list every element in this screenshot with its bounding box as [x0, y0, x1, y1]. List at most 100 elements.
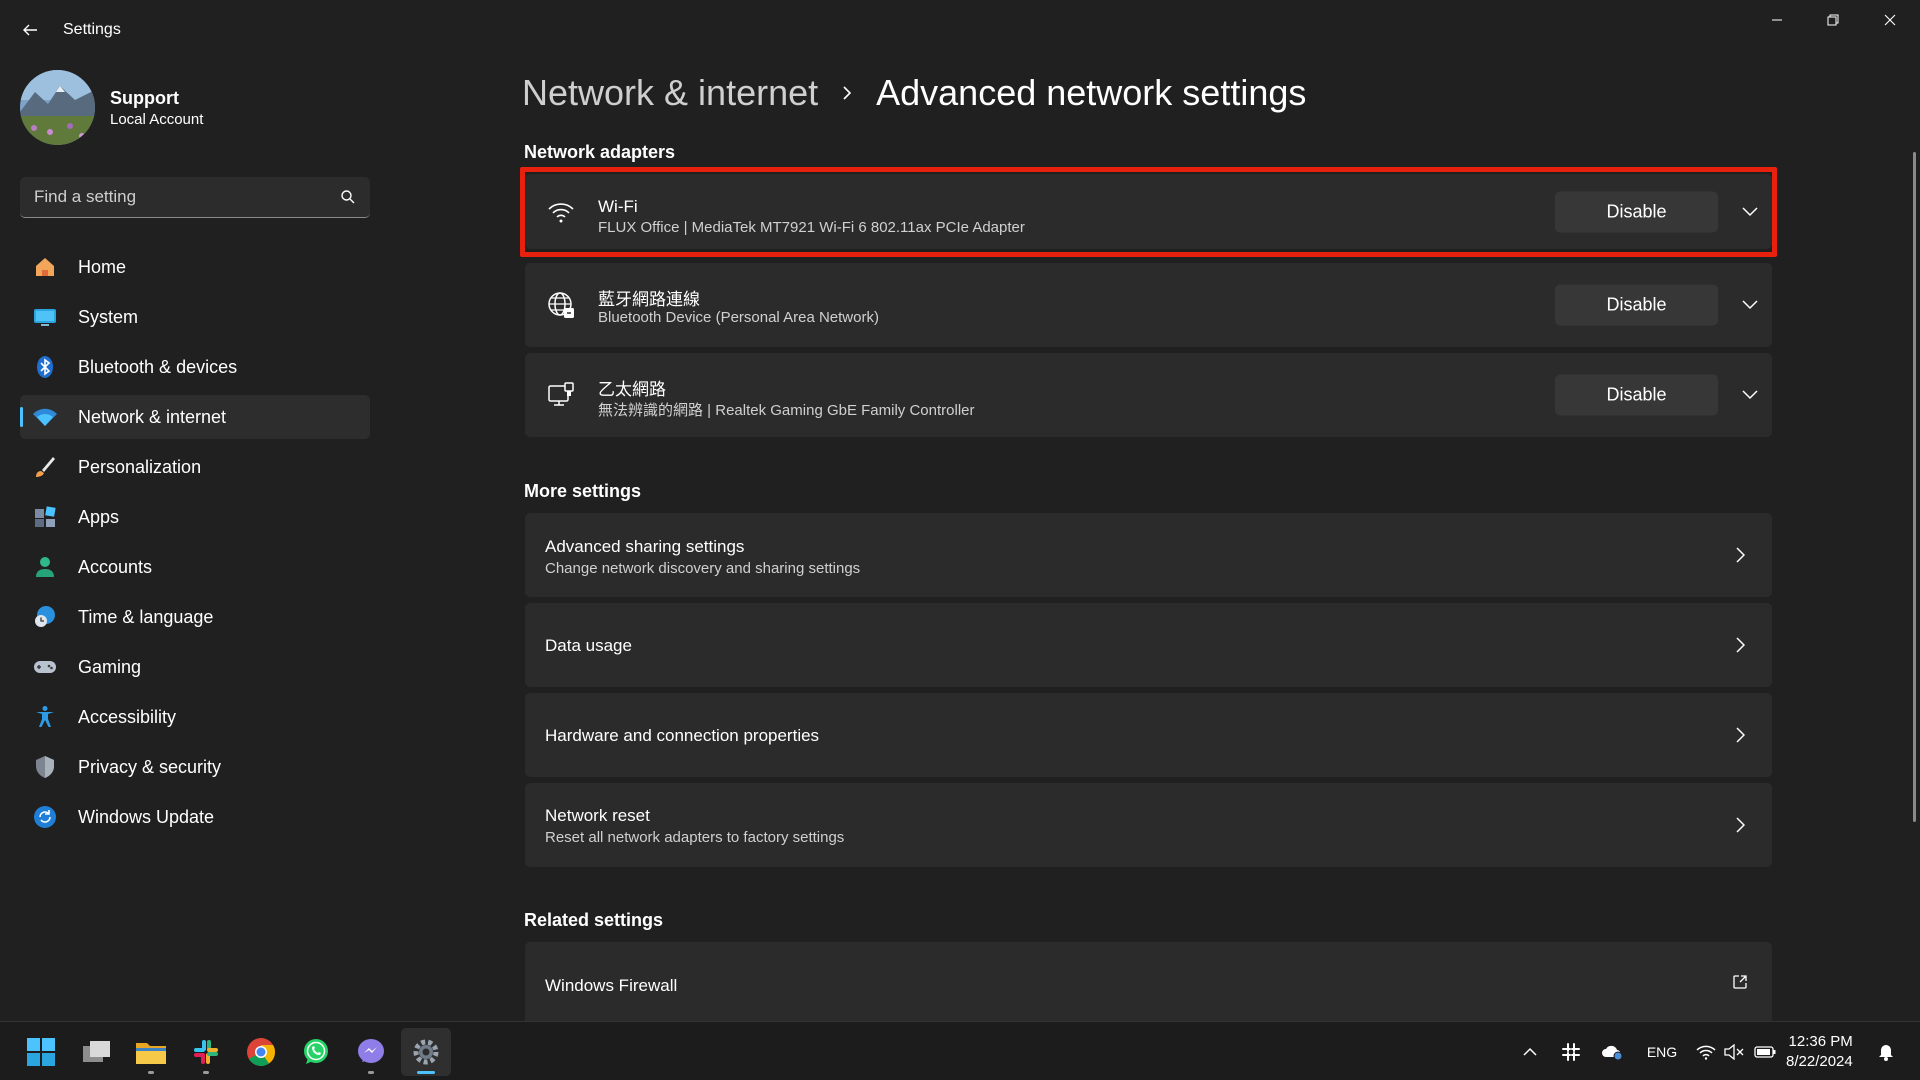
item-title: Data usage — [545, 636, 632, 655]
clock[interactable]: 12:36 PM 8/22/2024 — [1786, 1032, 1853, 1072]
sidebar-item-apps[interactable]: Apps — [20, 495, 370, 539]
adapter-card-ethernet[interactable]: 乙太網路 無法辨識的網路 | Realtek Gaming GbE Family… — [525, 353, 1772, 437]
settings-app-button[interactable] — [401, 1028, 451, 1076]
sidebar-item-label: Gaming — [78, 656, 142, 677]
adapter-name: Wi-Fi — [598, 197, 638, 216]
chevron-right-icon — [1730, 545, 1750, 565]
sidebar-item-label: Accessibility — [78, 706, 177, 727]
sidebar-item-system[interactable]: System — [20, 295, 370, 339]
sidebar-item-label: Time & language — [78, 606, 214, 627]
network-reset-item[interactable]: Network reset Reset all network adapters… — [525, 783, 1772, 867]
profile-account-type: Local Account — [110, 110, 204, 128]
sidebar-item-windows-update[interactable]: Windows Update — [20, 795, 370, 839]
sidebar-item-gaming[interactable]: Gaming — [20, 645, 370, 689]
volume-button[interactable] — [1722, 1022, 1746, 1080]
disable-button[interactable]: Disable — [1555, 284, 1718, 326]
bell-icon — [1879, 1044, 1893, 1061]
minimize-button[interactable] — [1749, 0, 1805, 40]
sidebar-item-label: System — [78, 306, 139, 327]
sidebar-item-home[interactable]: Home — [20, 245, 370, 289]
close-button[interactable] — [1862, 0, 1918, 40]
chevron-right-icon — [1730, 815, 1750, 835]
language-indicator: ENG — [1646, 1043, 1678, 1060]
wifi-icon — [32, 404, 58, 430]
data-usage-item[interactable]: Data usage — [525, 603, 1772, 687]
disable-button[interactable]: Disable — [1555, 374, 1718, 416]
file-explorer-button[interactable] — [126, 1028, 176, 1076]
whatsapp-button[interactable] — [291, 1028, 341, 1076]
chrome-button[interactable] — [236, 1028, 286, 1076]
windows-logo-icon — [27, 1038, 55, 1066]
sidebar-item-label: Network & internet — [78, 406, 227, 427]
restore-icon — [1827, 14, 1839, 26]
sidebar-item-accounts[interactable]: Accounts — [20, 545, 370, 589]
sidebar-item-label: Apps — [78, 506, 120, 527]
search-box[interactable] — [20, 177, 370, 218]
wifi-tray-icon — [1696, 1045, 1716, 1060]
avatar — [20, 70, 95, 145]
adapter-card-bluetooth[interactable]: 藍牙網路連線 Bluetooth Device (Personal Area N… — [525, 263, 1772, 347]
shield-icon — [32, 754, 58, 780]
item-title: Windows Firewall — [545, 976, 678, 995]
input-language-button[interactable]: ENG — [1642, 1022, 1682, 1080]
clock-time: 12:36 PM — [1788, 1033, 1853, 1050]
start-button[interactable] — [16, 1028, 66, 1076]
active-indicator — [417, 1071, 435, 1074]
back-arrow-icon — [23, 24, 37, 36]
advanced-sharing-settings-item[interactable]: Advanced sharing settings Change network… — [525, 513, 1772, 597]
back-button[interactable] — [14, 14, 46, 46]
adapter-card-wifi[interactable]: Wi-Fi FLUX Office | MediaTek MT7921 Wi-F… — [525, 174, 1772, 249]
item-title: Hardware and connection properties — [545, 726, 820, 745]
wifi-signal-icon — [545, 196, 577, 228]
breadcrumb-parent-link[interactable]: Network & internet — [522, 72, 818, 114]
disable-button[interactable]: Disable — [1555, 191, 1718, 232]
sidebar-item-privacy-security[interactable]: Privacy & security — [20, 745, 370, 789]
show-hidden-icons-button[interactable] — [1518, 1022, 1542, 1080]
brush-icon — [32, 454, 58, 480]
whatsapp-icon — [304, 1039, 328, 1064]
sidebar-item-personalization[interactable]: Personalization — [20, 445, 370, 489]
task-view-button[interactable] — [72, 1028, 122, 1076]
chevron-up-icon — [1523, 1047, 1537, 1056]
chevron-down-icon[interactable] — [1737, 382, 1763, 408]
messenger-button[interactable] — [346, 1028, 396, 1076]
sidebar-item-time-language[interactable]: Time & language — [20, 595, 370, 639]
chevron-down-icon[interactable] — [1737, 199, 1763, 225]
globe-network-icon — [545, 289, 577, 321]
volume-muted-icon — [1724, 1043, 1744, 1060]
taskbar: ENG 12:36 PM 8/22/2024 — [0, 1021, 1920, 1080]
search-input[interactable] — [20, 177, 320, 217]
restore-button[interactable] — [1805, 0, 1861, 40]
profile-name: Support — [110, 87, 179, 108]
sidebar-item-bluetooth[interactable]: Bluetooth & devices — [20, 345, 370, 389]
network-status-button[interactable] — [1694, 1022, 1718, 1080]
sidebar-item-label: Privacy & security — [78, 756, 222, 777]
sidebar-nav: Home System Bluetooth & devices Network … — [20, 245, 370, 845]
chevron-down-icon[interactable] — [1737, 292, 1763, 318]
windows-firewall-item[interactable]: Windows Firewall — [525, 942, 1772, 1021]
person-icon — [32, 554, 58, 580]
tray-slack-button[interactable] — [1558, 1022, 1584, 1080]
settings-gear-icon — [413, 1039, 439, 1065]
notifications-button[interactable] — [1874, 1022, 1898, 1080]
chevron-right-icon — [1730, 725, 1750, 745]
tray-onedrive-button[interactable] — [1598, 1022, 1626, 1080]
gamepad-icon — [32, 654, 58, 680]
title-bar: Settings — [0, 0, 1920, 60]
sidebar-item-network[interactable]: Network & internet — [20, 395, 370, 439]
user-profile[interactable]: Support Local Account — [20, 70, 203, 145]
running-indicator — [368, 1071, 374, 1074]
battery-button[interactable] — [1752, 1022, 1778, 1080]
adapter-description: FLUX Office | MediaTek MT7921 Wi-Fi 6 80… — [598, 219, 1025, 236]
close-icon — [1884, 14, 1896, 26]
slack-button[interactable] — [181, 1028, 231, 1076]
app-title: Settings — [63, 21, 121, 38]
sidebar-item-label: Bluetooth & devices — [78, 356, 238, 377]
scrollbar[interactable] — [1913, 152, 1916, 822]
chrome-icon — [247, 1038, 275, 1066]
clock-date: 8/22/2024 — [1786, 1053, 1853, 1070]
sidebar-item-accessibility[interactable]: Accessibility — [20, 695, 370, 739]
update-icon — [32, 804, 58, 830]
hardware-connection-properties-item[interactable]: Hardware and connection properties — [525, 693, 1772, 777]
search-icon[interactable] — [340, 189, 356, 205]
